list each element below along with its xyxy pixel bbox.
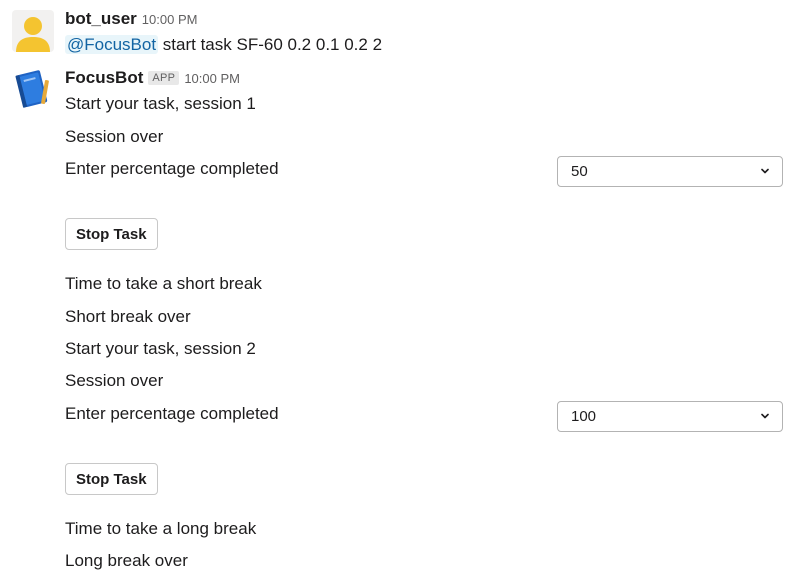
percentage-select-1[interactable]: 50 bbox=[557, 156, 783, 187]
user-command-text: start task SF-60 0.2 0.1 0.2 2 bbox=[158, 35, 383, 54]
percentage-select-2-value: 100 bbox=[571, 408, 597, 425]
person-avatar-icon bbox=[12, 10, 54, 52]
user-message-header: bot_user 10:00 PM bbox=[65, 9, 197, 31]
bot-line-session2-start: Start your task, session 2 bbox=[65, 339, 256, 358]
user-message-time[interactable]: 10:00 PM bbox=[142, 12, 198, 27]
stop-task-button-1[interactable]: Stop Task bbox=[65, 218, 158, 250]
stop-task-button-2[interactable]: Stop Task bbox=[65, 463, 158, 495]
user-message-text: @FocusBot start task SF-60 0.2 0.1 0.2 2 bbox=[65, 34, 382, 56]
app-badge: APP bbox=[148, 71, 180, 85]
bot-avatar[interactable] bbox=[12, 68, 54, 110]
mention-link[interactable]: @FocusBot bbox=[65, 35, 159, 54]
bot-line-session2-over: Session over bbox=[65, 371, 164, 390]
bot-line-percentage-prompt-1: Enter percentage completed bbox=[65, 159, 279, 178]
bot-message-header: FocusBot APP 10:00 PM bbox=[65, 68, 240, 90]
bot-line-session1-over: Session over bbox=[65, 127, 164, 146]
chevron-down-icon bbox=[761, 413, 769, 419]
bot-line-long-break-over: Long break over bbox=[65, 551, 188, 570]
percentage-select-1-value: 50 bbox=[571, 163, 588, 180]
user-name[interactable]: bot_user bbox=[65, 9, 137, 29]
book-avatar-icon bbox=[15, 70, 49, 108]
user-avatar[interactable] bbox=[12, 10, 54, 52]
chevron-down-icon bbox=[761, 168, 769, 174]
percentage-select-2[interactable]: 100 bbox=[557, 401, 783, 432]
bot-line-percentage-prompt-2: Enter percentage completed bbox=[65, 404, 279, 423]
bot-line-long-break: Time to take a long break bbox=[65, 519, 257, 538]
bot-line-short-break: Time to take a short break bbox=[65, 274, 262, 293]
bot-line-short-break-over: Short break over bbox=[65, 307, 191, 326]
bot-name[interactable]: FocusBot bbox=[65, 68, 143, 88]
bot-message-time[interactable]: 10:00 PM bbox=[184, 71, 240, 86]
bot-line-session1-start: Start your task, session 1 bbox=[65, 94, 256, 113]
